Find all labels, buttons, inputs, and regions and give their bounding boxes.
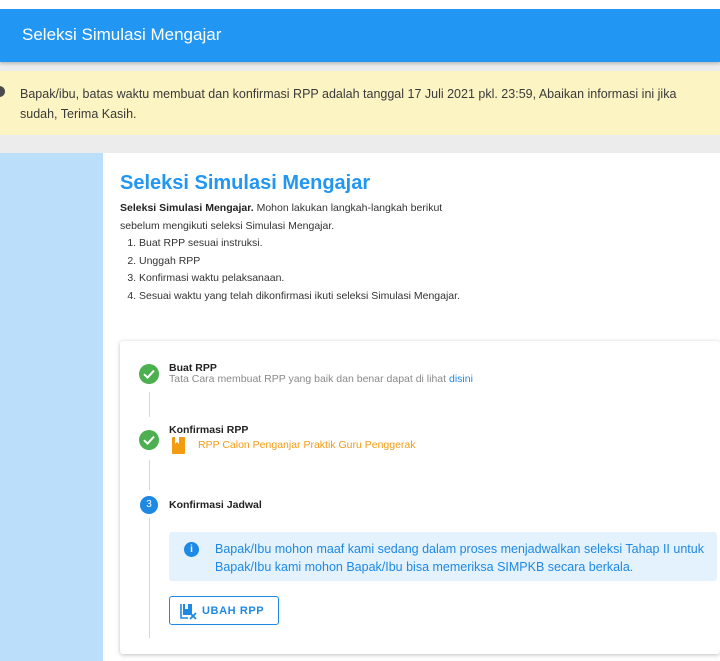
intro-paragraph: Seleksi Simulasi Mengajar. Mohon lakukan… [120, 200, 480, 235]
stepper-connector [149, 392, 150, 417]
top-strip [0, 0, 720, 9]
intro-bold: Seleksi Simulasi Mengajar. [120, 202, 254, 214]
schedule-info-text: Bapak/Ibu mohon maaf kami sedang dalam p… [215, 542, 704, 574]
stepper-connector [149, 460, 150, 490]
alert-bullet-icon [0, 86, 5, 97]
app-bar: Seleksi Simulasi Mengajar [0, 9, 720, 62]
instruction-list: Buat RPP sesuai instruksi. Unggah RPP Ko… [139, 235, 480, 305]
deadline-alert: Bapak/ibu, batas waktu membuat dan konfi… [0, 71, 720, 135]
step3-number-badge: 3 [140, 496, 158, 514]
alert-text: Bapak/ibu, batas waktu membuat dan konfi… [20, 87, 677, 121]
stepper-connector [149, 518, 150, 638]
instruction-item: Buat RPP sesuai instruksi. [139, 235, 480, 253]
instruction-item: Sesuai waktu yang telah dikonfirmasi iku… [139, 288, 480, 306]
step1-guide-link[interactable]: disini [449, 373, 473, 385]
ubah-rpp-label: UBAH RPP [202, 605, 265, 617]
page-title: Seleksi Simulasi Mengajar [120, 172, 371, 194]
rpp-document-link[interactable]: RPP Calon Penganjar Praktik Guru Pengger… [198, 439, 416, 451]
instruction-item: Unggah RPP [139, 253, 480, 271]
instruction-item: Konfirmasi waktu pelaksanaan. [139, 270, 480, 288]
step3-title: Konfirmasi Jadwal [169, 499, 262, 511]
edit-document-icon [180, 604, 197, 620]
intro-text: Seleksi Simulasi Mengajar. Mohon lakukan… [120, 200, 480, 305]
step2-title: Konfirmasi RPP [169, 424, 249, 436]
sidebar [0, 153, 103, 661]
ubah-rpp-button[interactable]: UBAH RPP [169, 596, 279, 625]
app-title: Seleksi Simulasi Mengajar [22, 25, 222, 44]
step2-check-icon [139, 430, 159, 450]
step1-subtitle: Tata Cara membuat RPP yang baik dan bena… [169, 373, 473, 385]
document-icon [172, 437, 185, 454]
step1-check-icon [139, 364, 159, 384]
step1-subtitle-text: Tata Cara membuat RPP yang baik dan bena… [169, 373, 449, 385]
info-icon: i [184, 542, 199, 557]
